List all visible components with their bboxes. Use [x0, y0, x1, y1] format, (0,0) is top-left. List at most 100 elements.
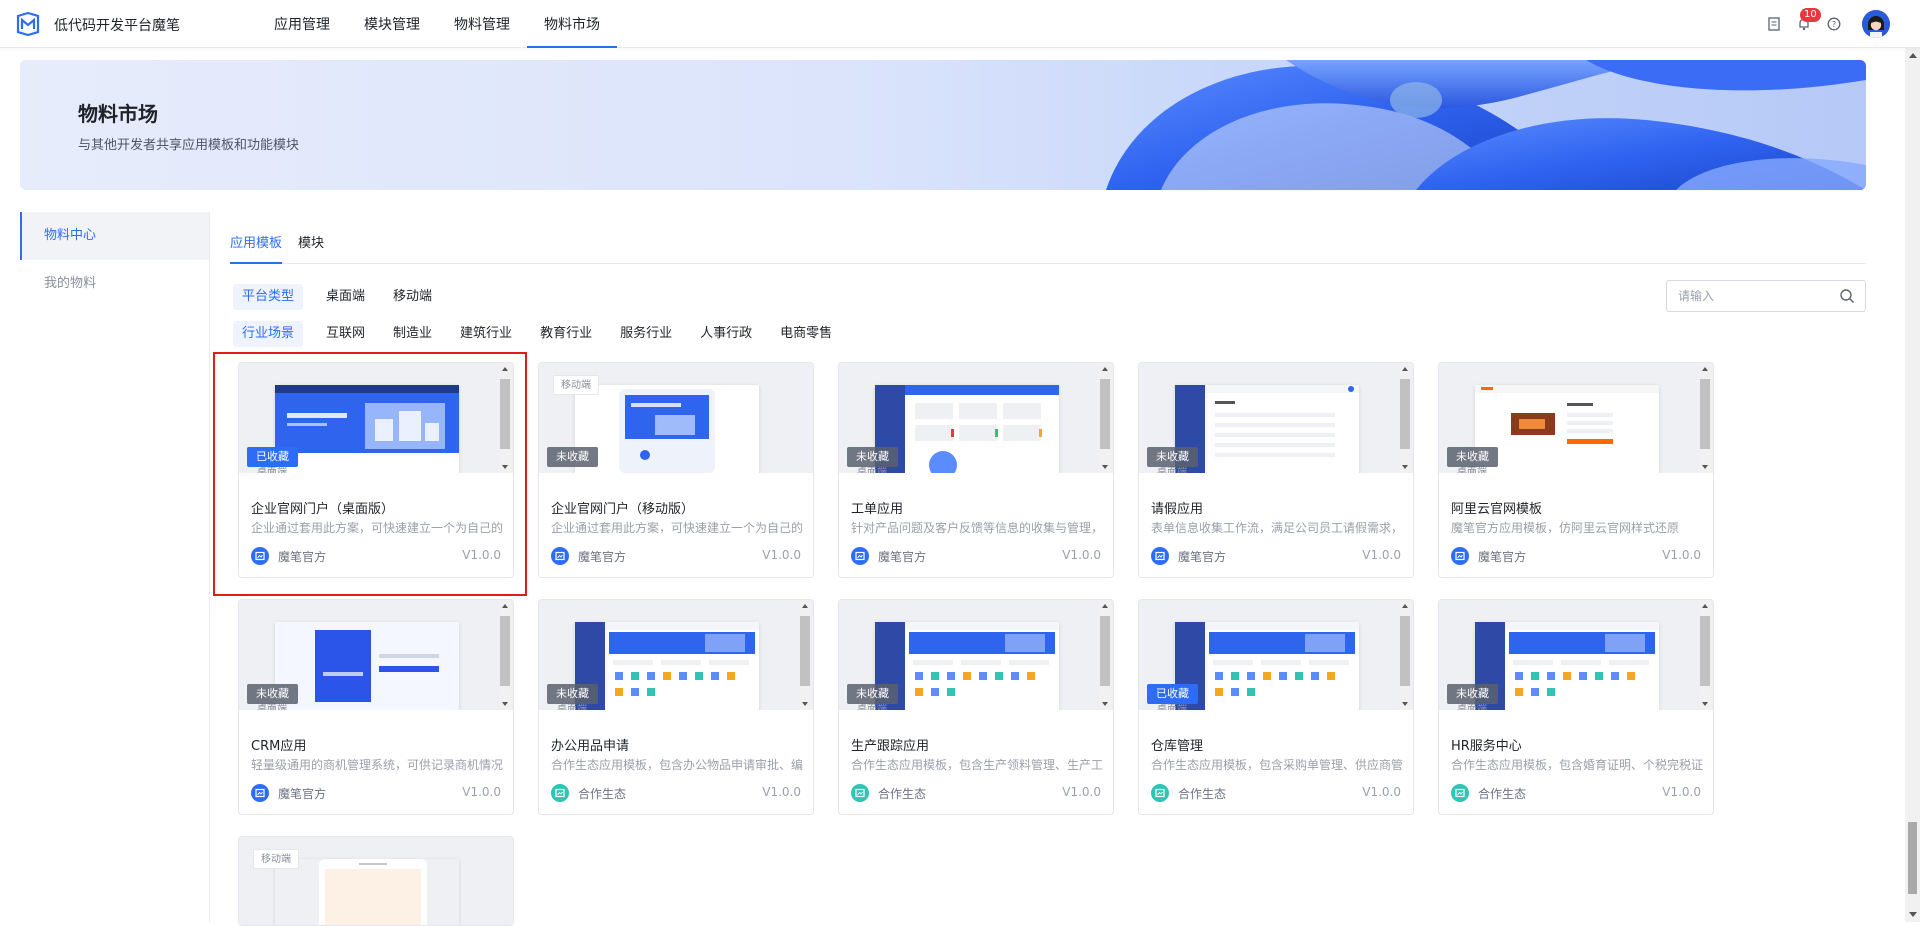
- favorite-badge[interactable]: 未收藏: [247, 684, 298, 704]
- scroll-down-arrow[interactable]: [1909, 912, 1917, 917]
- scroll-thumb[interactable]: [1908, 822, 1917, 894]
- tab-modules[interactable]: 模块: [298, 226, 324, 263]
- filter-ecommerce[interactable]: 电商零售: [771, 321, 841, 347]
- card-thumbnail[interactable]: 桌面端 未收藏: [239, 600, 513, 710]
- scroll-thumb[interactable]: [1100, 616, 1110, 686]
- favorite-badge[interactable]: 未收藏: [1447, 447, 1498, 467]
- template-card[interactable]: 桌面端 已收藏 企业官网门户（桌面版） 企业通过套用此方案，可快速建立一个为自己的 魔笔…: [238, 362, 514, 578]
- scroll-up-arrow[interactable]: [502, 367, 508, 371]
- card-thumbnail[interactable]: 移动端: [239, 837, 513, 925]
- scroll-down-arrow[interactable]: [1702, 702, 1708, 706]
- template-card[interactable]: 桌面端 未收藏 HR服务中心 合作生态应用模板，包含婚育证明、个税完税证 合作生态 V1.…: [1438, 599, 1714, 815]
- filter-manufacturing[interactable]: 制造业: [384, 321, 441, 347]
- thumbnail-scrollbar[interactable]: [1699, 363, 1711, 473]
- thumbnail-scrollbar[interactable]: [499, 600, 511, 710]
- scroll-thumb[interactable]: [1700, 616, 1710, 686]
- template-card[interactable]: 桌面端 未收藏 CRM应用 轻量级通用的商机管理系统，可供记录商机情况 魔笔官方 V1.0…: [238, 599, 514, 815]
- logo-icon[interactable]: [14, 10, 42, 38]
- template-card[interactable]: 桌面端 未收藏 工单应用 针对产品问题及客户反馈等信息的收集与管理， 魔笔官方 V1.0.…: [838, 362, 1114, 578]
- side-item-my-materials[interactable]: 我的物料: [20, 260, 209, 308]
- scroll-thumb[interactable]: [1100, 379, 1110, 449]
- scroll-down-arrow[interactable]: [502, 465, 508, 469]
- scroll-down-arrow[interactable]: [1402, 465, 1408, 469]
- nav-material-market[interactable]: 物料市场: [527, 0, 617, 48]
- author-name: 合作生态: [578, 786, 627, 801]
- scroll-down-arrow[interactable]: [1402, 702, 1408, 706]
- search-input[interactable]: [1667, 281, 1827, 311]
- scroll-thumb[interactable]: [1700, 379, 1710, 449]
- thumbnail-scrollbar[interactable]: [799, 600, 811, 710]
- template-card[interactable]: 桌面端 未收藏 生产跟踪应用 合作生态应用模板，包含生产领料管理、生产工 合作生态 V1.…: [838, 599, 1114, 815]
- scroll-down-arrow[interactable]: [1102, 702, 1108, 706]
- scroll-up-arrow[interactable]: [502, 604, 508, 608]
- filter-education[interactable]: 教育行业: [531, 321, 601, 347]
- favorite-badge[interactable]: 未收藏: [847, 684, 898, 704]
- card-thumbnail[interactable]: 桌面端 未收藏: [839, 600, 1113, 710]
- scroll-thumb[interactable]: [500, 379, 510, 449]
- favorite-badge[interactable]: 已收藏: [247, 447, 298, 467]
- thumbnail-scrollbar[interactable]: [1399, 600, 1411, 710]
- card-thumbnail[interactable]: 桌面端 未收藏: [1439, 600, 1713, 710]
- filter-mobile[interactable]: 移动端: [384, 284, 441, 310]
- nav-app-management[interactable]: 应用管理: [257, 0, 347, 48]
- card-thumbnail[interactable]: 桌面端 未收藏: [1139, 363, 1413, 473]
- scroll-thumb[interactable]: [500, 616, 510, 686]
- tab-app-templates[interactable]: 应用模板: [230, 226, 283, 264]
- scroll-thumb[interactable]: [1400, 616, 1410, 686]
- card-thumbnail[interactable]: 桌面端 未收藏: [539, 600, 813, 710]
- scroll-up-arrow[interactable]: [1402, 604, 1408, 608]
- template-card[interactable]: 桌面端 未收藏 阿里云官网模板 魔笔官方应用模板，仿阿里云官网样式还原 魔笔官方 V1.0…: [1438, 362, 1714, 578]
- thumbnail-scrollbar[interactable]: [1099, 363, 1111, 473]
- template-card[interactable]: 移动端 未收藏 企业官网门户（移动版） 企业通过套用此方案，可快速建立一个为自己的 魔笔…: [538, 362, 814, 578]
- doc-icon[interactable]: [1766, 16, 1782, 32]
- thumbnail-preview: [275, 859, 459, 925]
- nav-material-management[interactable]: 物料管理: [437, 0, 527, 48]
- filter-construction[interactable]: 建筑行业: [451, 321, 521, 347]
- scroll-up-arrow[interactable]: [1909, 53, 1917, 58]
- favorite-badge[interactable]: 未收藏: [1447, 684, 1498, 704]
- card-thumbnail[interactable]: 桌面端 未收藏: [839, 363, 1113, 473]
- scroll-up-arrow[interactable]: [802, 604, 808, 608]
- filter-hr-admin[interactable]: 人事行政: [691, 321, 761, 347]
- card-thumbnail[interactable]: 桌面端 未收藏: [1439, 363, 1713, 473]
- scroll-up-arrow[interactable]: [1702, 604, 1708, 608]
- side-item-material-center[interactable]: 物料中心: [20, 212, 209, 260]
- favorite-badge[interactable]: 未收藏: [1147, 447, 1198, 467]
- page-scrollbar[interactable]: [1905, 48, 1920, 922]
- scroll-up-arrow[interactable]: [1102, 604, 1108, 608]
- bell-icon[interactable]: 10: [1796, 8, 1821, 32]
- app-name: 低代码开发平台魔笔: [54, 18, 180, 34]
- help-icon[interactable]: ?: [1826, 16, 1842, 32]
- card-thumbnail[interactable]: 桌面端 已收藏: [1139, 600, 1413, 710]
- favorite-badge[interactable]: 已收藏: [1147, 684, 1198, 704]
- template-card[interactable]: 桌面端 已收藏 仓库管理 合作生态应用模板，包含采购单管理、供应商管 合作生态 V1.0.…: [1138, 599, 1414, 815]
- official-icon: [1451, 547, 1469, 565]
- card-thumbnail[interactable]: 桌面端 已收藏: [239, 363, 513, 473]
- favorite-badge[interactable]: 未收藏: [547, 447, 598, 467]
- scroll-up-arrow[interactable]: [1402, 367, 1408, 371]
- nav-module-management[interactable]: 模块管理: [347, 0, 437, 48]
- filter-internet[interactable]: 互联网: [317, 321, 374, 347]
- scroll-up-arrow[interactable]: [1102, 367, 1108, 371]
- scroll-down-arrow[interactable]: [502, 702, 508, 706]
- scroll-thumb[interactable]: [1400, 379, 1410, 449]
- scroll-down-arrow[interactable]: [1702, 465, 1708, 469]
- favorite-badge[interactable]: 未收藏: [847, 447, 898, 467]
- scroll-down-arrow[interactable]: [1102, 465, 1108, 469]
- thumbnail-scrollbar[interactable]: [499, 363, 511, 473]
- scroll-thumb[interactable]: [800, 616, 810, 686]
- scroll-up-arrow[interactable]: [1702, 367, 1708, 371]
- template-card[interactable]: 移动端: [238, 836, 514, 926]
- card-thumbnail[interactable]: 移动端 未收藏: [539, 363, 813, 473]
- template-card[interactable]: 桌面端 未收藏 办公用品申请 合作生态应用模板，包含办公物品申请审批、编 合作生态 V1.…: [538, 599, 814, 815]
- favorite-badge[interactable]: 未收藏: [547, 684, 598, 704]
- thumbnail-scrollbar[interactable]: [1699, 600, 1711, 710]
- avatar[interactable]: [1862, 10, 1890, 38]
- filter-desktop[interactable]: 桌面端: [317, 284, 374, 310]
- scroll-down-arrow[interactable]: [802, 702, 808, 706]
- filter-service[interactable]: 服务行业: [611, 321, 681, 347]
- thumbnail-scrollbar[interactable]: [1099, 600, 1111, 710]
- template-card[interactable]: 桌面端 未收藏 请假应用 表单信息收集工作流，满足公司员工请假需求， 魔笔官方 V1.0.…: [1138, 362, 1414, 578]
- search-icon[interactable]: [1839, 288, 1855, 304]
- thumbnail-scrollbar[interactable]: [1399, 363, 1411, 473]
